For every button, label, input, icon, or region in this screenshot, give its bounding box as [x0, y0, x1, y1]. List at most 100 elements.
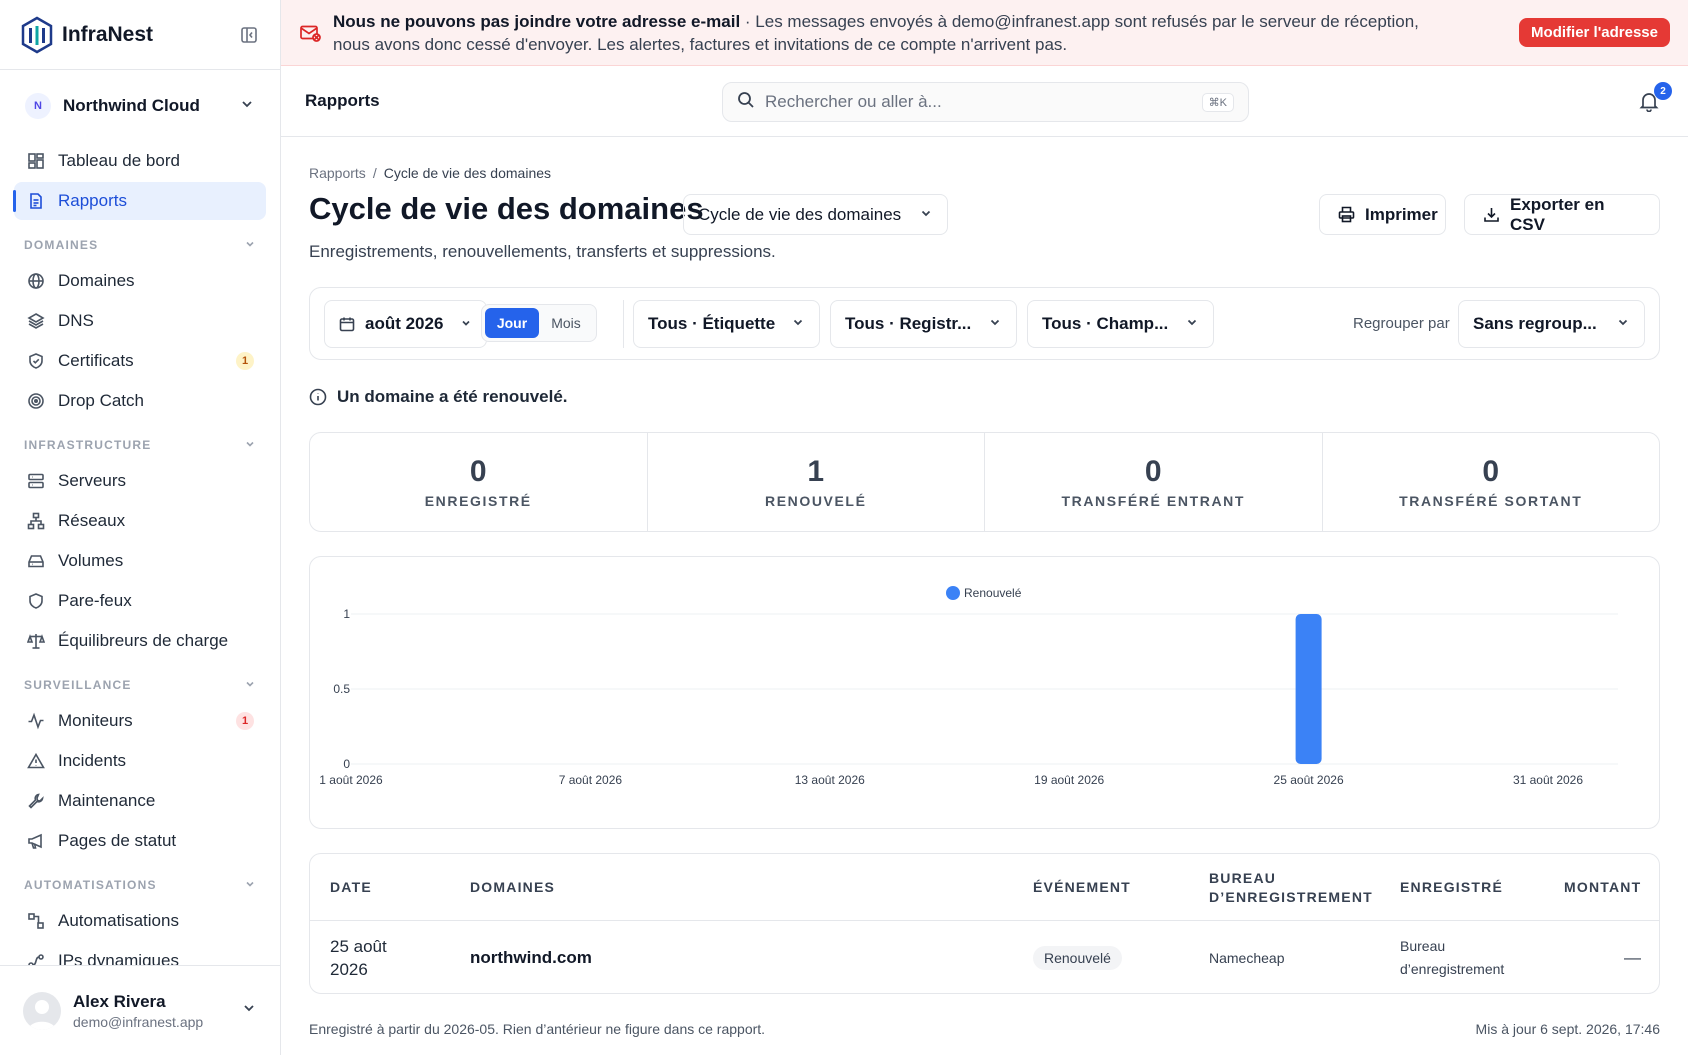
x-tick-label: 1 août 2026: [319, 773, 383, 787]
user-menu[interactable]: Alex Rivera demo@infranest.app: [0, 965, 280, 1055]
sidebar-item-automations[interactable]: Automatisations: [14, 902, 266, 940]
section-title: DOMAINES: [24, 238, 99, 252]
sidebar-item-label: Moniteurs: [58, 711, 133, 730]
mail-warning-icon: [299, 22, 321, 44]
chevron-down-icon: [919, 205, 933, 225]
sidebar-item-certificates[interactable]: Certificats 1: [14, 342, 266, 380]
printer-icon: [1338, 206, 1355, 223]
download-icon: [1483, 206, 1500, 223]
cell-registered: Bureau d’enregistrement: [1400, 921, 1530, 993]
x-tick-label: 19 août 2026: [1034, 773, 1104, 787]
notifications-button[interactable]: 2: [1638, 82, 1672, 114]
sidebar-item-label: Réseaux: [58, 511, 126, 530]
sidebar-item-domains[interactable]: Domaines: [14, 262, 266, 300]
stat-label: TRANSFÉRÉ SORTANT: [1399, 493, 1583, 509]
cell-registered-line1: Bureau: [1400, 937, 1446, 954]
sidebar-item-monitors[interactable]: Moniteurs 1: [14, 702, 266, 740]
breadcrumb: Rapports / Cycle de vie des domaines: [309, 165, 551, 181]
section-monitoring[interactable]: SURVEILLANCE: [24, 662, 256, 702]
col-event[interactable]: ÉVÉNEMENT: [1033, 854, 1131, 921]
chevron-down-icon: [244, 678, 256, 693]
sidebar-item-volumes[interactable]: Volumes: [14, 542, 266, 580]
sidebar-item-status-pages[interactable]: Pages de statut: [14, 822, 266, 860]
section-automations[interactable]: AUTOMATISATIONS: [24, 862, 256, 902]
status-badge: Renouvelé: [1033, 945, 1122, 970]
report-type-select[interactable]: Cycle de vie des domaines: [683, 194, 948, 235]
stats-row: 0 ENREGISTRÉ 1 RENOUVELÉ 0 TRANSFÉRÉ ENT…: [309, 432, 1660, 532]
org-switcher[interactable]: N Northwind Cloud: [0, 70, 280, 142]
sidebar-item-load-balancers[interactable]: Équilibreurs de charge: [14, 622, 266, 660]
sidebar-item-reports[interactable]: Rapports: [13, 182, 266, 220]
registrar-filter[interactable]: Tous · Registr...: [830, 300, 1017, 348]
cell-registrar: Namecheap: [1209, 949, 1285, 966]
table-header: DATE DOMAINES ÉVÉNEMENT BUREAU D’ENREGIS…: [310, 854, 1659, 921]
sidebar-item-servers[interactable]: Serveurs: [14, 462, 266, 500]
cell-date-line1: 25 août: [330, 936, 387, 956]
granularity-day[interactable]: Jour: [485, 308, 539, 338]
footer-note: Enregistré à partir du 2026-05. Rien d’a…: [309, 1021, 766, 1037]
col-domains[interactable]: DOMAINES: [470, 854, 555, 921]
sidebar-item-firewalls[interactable]: Pare-feux: [14, 582, 266, 620]
month-picker[interactable]: août 2026: [324, 300, 487, 348]
month-value: août 2026: [365, 314, 444, 333]
stat-transferred-in: 0 TRANSFÉRÉ ENTRANT: [985, 433, 1323, 531]
summary-info: Un domaine a été renouvelé.: [309, 387, 568, 407]
sidebar-item-label: Domaines: [58, 271, 135, 290]
granularity-month[interactable]: Mois: [539, 308, 593, 338]
cell-event: Renouvelé: [1033, 921, 1122, 993]
breadcrumb-root[interactable]: Rapports: [309, 165, 366, 181]
banner-message: Nous ne pouvons pas joindre votre adress…: [333, 10, 1443, 56]
events-table: DATE DOMAINES ÉVÉNEMENT BUREAU D’ENREGIS…: [309, 853, 1660, 994]
sidebar-item-label: Incidents: [58, 751, 127, 770]
col-registrar-line2: D’ENREGISTREMENT: [1209, 888, 1373, 905]
col-registered[interactable]: ENREGISTRÉ: [1400, 854, 1503, 921]
field-filter-value: Tous · Champ...: [1042, 314, 1169, 333]
change-email-button[interactable]: Modifier l'adresse: [1519, 18, 1670, 47]
search-input[interactable]: Rechercher ou aller à... ⌘K: [722, 82, 1249, 122]
page-title: Cycle de vie des domaines: [309, 191, 704, 226]
globe-icon: [26, 271, 46, 291]
hard-drive-icon: [26, 551, 46, 571]
stat-label: TRANSFÉRÉ ENTRANT: [1061, 493, 1246, 509]
registrar-filter-value: Tous · Registr...: [845, 314, 972, 333]
sidebar-item-incidents[interactable]: Incidents: [14, 742, 266, 780]
table-row[interactable]: 25 août 2026 northwind.com Renouvelé Nam…: [310, 921, 1659, 993]
chevron-down-icon: [980, 314, 1002, 334]
sidebar-item-maintenance[interactable]: Maintenance: [14, 782, 266, 820]
cell-domain[interactable]: northwind.com: [470, 921, 592, 993]
col-date[interactable]: DATE: [330, 854, 372, 921]
chart-canvas: 0 0.5 1 Renouvelé 1 août 2026 7 août 2026 13 a…: [319, 586, 1618, 787]
sidebar-item-drop-catch[interactable]: Drop Catch: [14, 382, 266, 420]
legend-label: Renouvelé: [964, 586, 1022, 600]
search-icon: [737, 91, 755, 114]
calendar-icon: [339, 316, 355, 332]
collapse-sidebar-icon[interactable]: [238, 24, 260, 46]
y-tick-label: 1: [343, 607, 350, 621]
count-badge: 1: [236, 712, 254, 730]
alert-triangle-icon: [26, 751, 46, 771]
cell-date-line2: 2026: [330, 959, 368, 979]
megaphone-icon: [26, 831, 46, 851]
group-by-select[interactable]: Sans regroup...: [1458, 300, 1645, 348]
export-csv-button[interactable]: Exporter en CSV: [1464, 194, 1660, 235]
sidebar-item-dns[interactable]: DNS: [14, 302, 266, 340]
report-select-value: Cycle de vie des domaines: [698, 204, 902, 224]
sidebar-item-dashboard[interactable]: Tableau de bord: [14, 142, 266, 180]
tag-filter[interactable]: Tous · Étiquette: [633, 300, 820, 348]
section-domains[interactable]: DOMAINES: [24, 222, 256, 262]
sidebar-item-label: Pages de statut: [58, 831, 177, 850]
chevron-down-icon: [1608, 314, 1630, 334]
sidebar-item-networks[interactable]: Réseaux: [14, 502, 266, 540]
col-amount[interactable]: MONTANT: [1564, 854, 1641, 921]
layers-icon: [26, 311, 46, 331]
report-icon: [26, 191, 46, 211]
field-filter[interactable]: Tous · Champ...: [1027, 300, 1214, 348]
shield-icon: [26, 591, 46, 611]
section-infrastructure[interactable]: INFRASTRUCTURE: [24, 422, 256, 462]
col-registrar[interactable]: BUREAU D’ENREGISTREMENT: [1209, 854, 1373, 921]
print-button[interactable]: Imprimer: [1319, 194, 1446, 235]
sidebar-item-label: Pare-feux: [58, 591, 132, 610]
section-title: SURVEILLANCE: [24, 678, 132, 692]
chevron-down-icon: [241, 1000, 257, 1021]
section-title: AUTOMATISATIONS: [24, 878, 157, 892]
